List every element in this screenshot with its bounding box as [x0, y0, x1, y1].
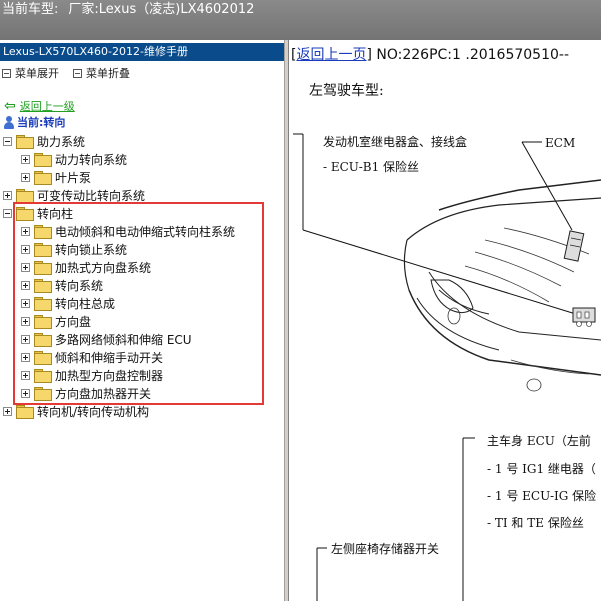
- folder-icon: [34, 225, 52, 239]
- document-header: [返回上一页] NO:226PC:1 .2016570510--: [291, 47, 569, 63]
- current-location: 当前:转向: [4, 114, 65, 130]
- tree-item[interactable]: 转向系统: [21, 276, 103, 294]
- collapse-icon: [73, 68, 82, 78]
- menu-toolbar: 菜单展开 菜单折叠: [2, 65, 130, 81]
- ecm-label: ECM: [545, 136, 576, 150]
- tree-item-label: 加热式方向盘系统: [55, 260, 152, 275]
- collapse-node-icon[interactable]: [3, 208, 12, 218]
- expand-node-icon[interactable]: [21, 352, 30, 362]
- folder-icon: [34, 387, 52, 401]
- tree-item[interactable]: 加热式方向盘系统: [21, 258, 151, 276]
- folder-icon: [34, 333, 52, 347]
- fuse-label: - ECU-B1 保险丝: [323, 160, 420, 174]
- tree-item[interactable]: 加热型方向盘控制器: [21, 366, 163, 384]
- folder-icon: [34, 315, 52, 329]
- back-to-previous-page-link[interactable]: 返回上一页: [296, 47, 366, 63]
- title-label: 当前车型:: [2, 2, 59, 17]
- folder-icon: [16, 189, 34, 203]
- tree-item[interactable]: 转向锁止系统: [21, 240, 127, 258]
- tree-item-label: 加热型方向盘控制器: [55, 368, 164, 383]
- tree-item[interactable]: 转向柱: [3, 204, 73, 222]
- seat-memory-switch-label: 左侧座椅存储器开关: [331, 542, 440, 556]
- model-label: 左驾驶车型:: [309, 83, 384, 99]
- tree-item[interactable]: 倾斜和伸缩手动开关: [21, 348, 163, 366]
- tree-item[interactable]: 方向盘: [21, 312, 91, 330]
- collapse-menu-button[interactable]: 菜单折叠: [73, 65, 130, 81]
- folder-icon: [34, 261, 52, 275]
- folder-icon: [34, 279, 52, 293]
- tree-item-label: 可变传动比转向系统: [37, 188, 146, 203]
- expand-node-icon[interactable]: [21, 262, 30, 272]
- tree-item[interactable]: 电动倾斜和电动伸缩式转向柱系统: [21, 222, 235, 240]
- title-manufacturer: 厂家:Lexus（凌志)LX4602012: [68, 2, 255, 17]
- tree-item[interactable]: 可变传动比转向系统: [3, 186, 145, 204]
- expand-node-icon[interactable]: [21, 334, 30, 344]
- current-location-label: 当前:转向: [17, 116, 66, 129]
- ecu-ig-fuse-label: - 1 号 ECU-IG 保险: [487, 489, 597, 503]
- tree-item-label: 转向柱总成: [55, 296, 116, 311]
- relay-box-label: 发动机室继电器盒、接线盒: [323, 135, 468, 149]
- expand-node-icon[interactable]: [21, 244, 30, 254]
- expand-icon: [2, 68, 11, 78]
- collapse-node-icon[interactable]: [3, 136, 12, 146]
- tree-item-label: 电动倾斜和电动伸缩式转向柱系统: [55, 224, 236, 239]
- expand-node-icon[interactable]: [21, 226, 30, 236]
- back-arrow-icon: ⇦: [4, 98, 16, 114]
- tree-item-label: 助力系统: [37, 134, 86, 149]
- folder-icon: [16, 207, 34, 221]
- ig1-relay-label: - 1 号 IG1 继电器（: [487, 462, 596, 476]
- expand-node-icon[interactable]: [21, 154, 30, 164]
- tree-item[interactable]: 动力转向系统: [21, 150, 127, 168]
- folder-icon: [34, 153, 52, 167]
- tree-item[interactable]: 多路网络倾斜和伸缩 ECU: [21, 330, 192, 348]
- expand-menu-button[interactable]: 菜单展开: [2, 65, 59, 81]
- expand-node-icon[interactable]: [3, 190, 12, 200]
- expand-node-icon[interactable]: [21, 388, 30, 398]
- tree-item[interactable]: 叶片泵: [21, 168, 91, 186]
- tree-item-label: 倾斜和伸缩手动开关: [55, 350, 164, 365]
- back-to-parent-link[interactable]: 返回上一级: [20, 98, 75, 114]
- collapse-menu-label: 菜单折叠: [86, 67, 130, 80]
- app-window: 当前车型: 厂家:Lexus（凌志)LX4602012 Lexus-LX570LX…: [0, 0, 601, 601]
- expand-node-icon[interactable]: [21, 370, 30, 380]
- user-icon: [4, 115, 14, 129]
- folder-icon: [34, 369, 52, 383]
- tree-item-label: 转向机/转向传动机构: [37, 404, 150, 419]
- expand-node-icon[interactable]: [3, 406, 12, 416]
- expand-node-icon[interactable]: [21, 172, 30, 182]
- tree-item-label: 方向盘加热器开关: [55, 386, 152, 401]
- tree-item[interactable]: 转向机/转向传动机构: [3, 402, 149, 420]
- folder-icon: [34, 297, 52, 311]
- document-panel: [返回上一页] NO:226PC:1 .2016570510-- 左驾驶车型: …: [289, 40, 601, 601]
- expand-menu-label: 菜单展开: [15, 67, 59, 80]
- folder-icon: [34, 171, 52, 185]
- folder-icon: [16, 405, 34, 419]
- ti-te-fuse-label: - TI 和 TE 保险丝: [487, 516, 584, 530]
- expand-node-icon[interactable]: [21, 280, 30, 290]
- back-to-parent[interactable]: ⇦ 返回上一级: [4, 98, 75, 114]
- folder-icon: [16, 135, 34, 149]
- tree-item-label: 动力转向系统: [55, 152, 128, 167]
- tree-item[interactable]: 转向柱总成: [21, 294, 115, 312]
- tree-item[interactable]: 助力系统: [3, 132, 85, 150]
- document-info: NO:226PC:1 .2016570510--: [376, 47, 569, 63]
- tree-item-label: 方向盘: [55, 314, 92, 329]
- manual-title: Lexus-LX570LX460-2012-维修手册: [0, 43, 284, 61]
- expand-node-icon[interactable]: [21, 298, 30, 308]
- navigation-panel: Lexus-LX570LX460-2012-维修手册 菜单展开 菜单折叠 ⇦ 返…: [0, 40, 284, 601]
- folder-icon: [34, 243, 52, 257]
- tree-item-label: 叶片泵: [55, 170, 92, 185]
- tree-item-label: 转向柱: [37, 206, 74, 221]
- title-bar: 当前车型: 厂家:Lexus（凌志)LX4602012: [0, 0, 601, 40]
- expand-node-icon[interactable]: [21, 316, 30, 326]
- tree-item-label: 转向系统: [55, 278, 104, 293]
- tree-item-label: 转向锁止系统: [55, 242, 128, 257]
- tree-item[interactable]: 方向盘加热器开关: [21, 384, 151, 402]
- tree-item-label: 多路网络倾斜和伸缩 ECU: [55, 332, 192, 347]
- main-body-ecu-label: 主车身 ECU（左前: [487, 434, 591, 448]
- folder-icon: [34, 351, 52, 365]
